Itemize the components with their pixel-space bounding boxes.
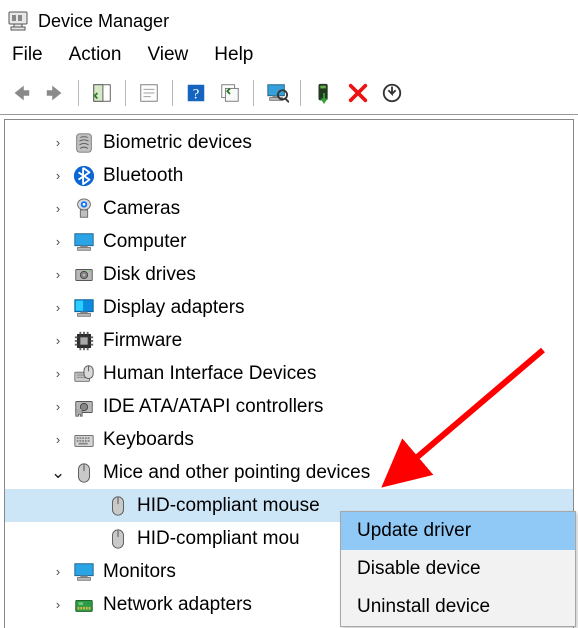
tree-node-label: Keyboards — [103, 429, 194, 451]
mouse-icon — [73, 462, 95, 484]
update-driver-button[interactable] — [309, 78, 339, 108]
tree-node-label: Monitors — [103, 561, 176, 583]
tree-node[interactable]: ⌄ Mice and other pointing devices — [5, 456, 573, 489]
menu-view[interactable]: View — [147, 44, 188, 66]
chevron-right-icon[interactable]: › — [51, 168, 65, 183]
context-disable-device[interactable]: Disable device — [341, 550, 575, 588]
toolbar-sep — [125, 80, 126, 106]
titlebar: Device Manager — [0, 0, 578, 40]
tree-node[interactable]: › Keyboards — [5, 423, 573, 456]
app-icon — [6, 9, 30, 33]
window-title: Device Manager — [38, 11, 169, 32]
disable-device-button[interactable] — [377, 78, 407, 108]
ide-icon — [73, 396, 95, 418]
chevron-right-icon[interactable]: › — [51, 432, 65, 447]
chevron-right-icon[interactable]: › — [51, 366, 65, 381]
tree-node[interactable]: › Disk drives — [5, 258, 573, 291]
tree-node[interactable]: › Cameras — [5, 192, 573, 225]
chevron-right-icon[interactable]: › — [51, 399, 65, 414]
toolbar-sep — [172, 80, 173, 106]
tree-node-label: Firmware — [103, 330, 182, 352]
uninstall-device-button[interactable] — [343, 78, 373, 108]
tree-node-label: Human Interface Devices — [103, 363, 316, 385]
tree-node-label: Mice and other pointing devices — [103, 462, 370, 484]
properties-button[interactable] — [134, 78, 164, 108]
toolbar: ? — [0, 72, 578, 115]
chip-icon — [73, 330, 95, 352]
toolbar-sep — [253, 80, 254, 106]
mouse-icon — [107, 528, 129, 550]
tree-node[interactable]: › Biometric devices — [5, 126, 573, 159]
menu-help[interactable]: Help — [214, 44, 253, 66]
disk-icon — [73, 264, 95, 286]
network-icon — [73, 594, 95, 616]
tree-node-label: Cameras — [103, 198, 180, 220]
tree-node-label: Disk drives — [103, 264, 196, 286]
show-hide-tree-button[interactable] — [87, 78, 117, 108]
toolbar-sep — [300, 80, 301, 106]
nav-back-button[interactable] — [6, 78, 36, 108]
chevron-right-icon[interactable]: › — [51, 201, 65, 216]
menu-file[interactable]: File — [12, 44, 43, 66]
tree-node-label: Computer — [103, 231, 186, 253]
menu-action[interactable]: Action — [69, 44, 122, 66]
tree-node[interactable]: › Bluetooth — [5, 159, 573, 192]
chevron-right-icon[interactable]: › — [51, 564, 65, 579]
camera-icon — [73, 198, 95, 220]
tree-node-label: Biometric devices — [103, 132, 252, 154]
tree-node[interactable]: › Firmware — [5, 324, 573, 357]
tree-node-label: Bluetooth — [103, 165, 183, 187]
help-button[interactable]: ? — [181, 78, 211, 108]
tree-child-label: HID-compliant mouse — [137, 495, 320, 517]
tree-node-label: Display adapters — [103, 297, 245, 319]
chevron-right-icon[interactable]: › — [51, 333, 65, 348]
tree-node[interactable]: › Human Interface Devices — [5, 357, 573, 390]
context-menu: Update driver Disable device Uninstall d… — [340, 511, 576, 627]
monitor-icon — [73, 231, 95, 253]
tree-node-label: IDE ATA/ATAPI controllers — [103, 396, 323, 418]
svg-text:?: ? — [193, 87, 200, 103]
tree-child-label: HID-compliant mou — [137, 528, 300, 550]
tree-node[interactable]: › IDE ATA/ATAPI controllers — [5, 390, 573, 423]
monitor2-icon — [73, 561, 95, 583]
chevron-right-icon[interactable]: › — [51, 267, 65, 282]
toolbar-sep — [78, 80, 79, 106]
tree-node-label: Network adapters — [103, 594, 252, 616]
action-menu-button[interactable] — [215, 78, 245, 108]
tree-node[interactable]: › Computer — [5, 225, 573, 258]
display-icon — [73, 297, 95, 319]
chevron-right-icon[interactable]: › — [51, 597, 65, 612]
chevron-right-icon[interactable]: › — [51, 135, 65, 150]
menubar: File Action View Help — [0, 40, 578, 72]
chevron-right-icon[interactable]: › — [51, 234, 65, 249]
context-update-driver[interactable]: Update driver — [341, 512, 575, 550]
nav-forward-button[interactable] — [40, 78, 70, 108]
bluetooth-icon — [73, 165, 95, 187]
chevron-right-icon[interactable]: › — [51, 300, 65, 315]
hid-icon — [73, 363, 95, 385]
context-uninstall-device[interactable]: Uninstall device — [341, 588, 575, 626]
tree-node[interactable]: › Display adapters — [5, 291, 573, 324]
mouse-icon — [107, 495, 129, 517]
fingerprint-icon — [73, 132, 95, 154]
keyboard-icon — [73, 429, 95, 451]
chevron-down-icon[interactable]: ⌄ — [51, 463, 65, 483]
scan-hardware-button[interactable] — [262, 78, 292, 108]
